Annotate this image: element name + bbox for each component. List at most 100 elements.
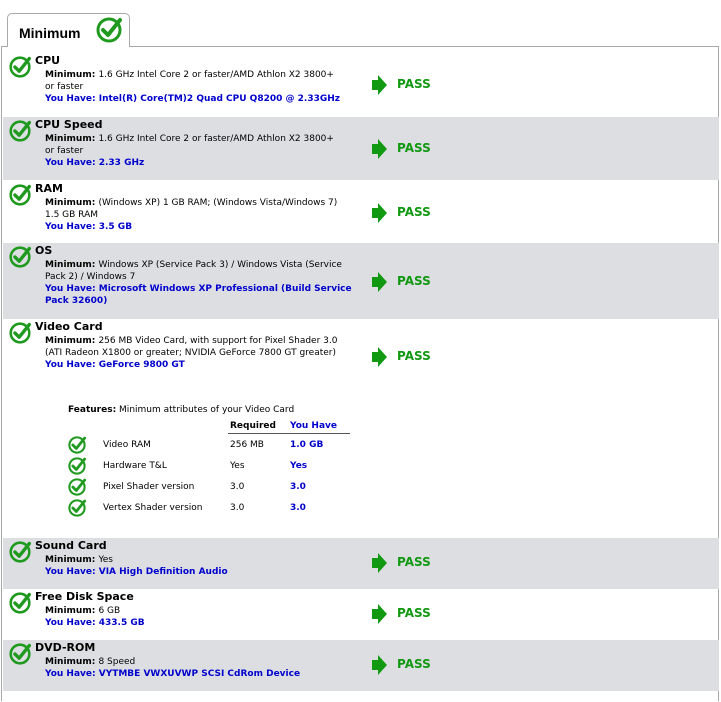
you-have-label: You Have: bbox=[45, 567, 99, 577]
requirement-title: Free Disk Space bbox=[35, 590, 134, 603]
check-icon bbox=[9, 643, 31, 669]
minimum-value: Yes bbox=[98, 555, 113, 565]
you-have-value: VIA High Definition Audio bbox=[98, 567, 228, 577]
pass-label: PASS bbox=[397, 77, 431, 91]
pass-indicator: PASS bbox=[370, 654, 431, 680]
feature-row: Pixel Shader version 3.0 3.0 bbox=[68, 478, 350, 498]
pass-label: PASS bbox=[397, 349, 431, 363]
requirement-title: OS bbox=[35, 244, 53, 257]
requirement-you-have: You Have: GeForce 9800 GT bbox=[45, 359, 365, 371]
requirement-you-have: You Have: VIA High Definition Audio bbox=[45, 566, 365, 578]
minimum-label: Minimum: bbox=[45, 657, 99, 667]
requirement-minimum: Minimum: Yes bbox=[45, 554, 345, 566]
you-have-value: VYTMBE VWXUVWP SCSI CdRom Device bbox=[98, 669, 301, 679]
feature-row: Hardware T&L Yes Yes bbox=[68, 457, 350, 477]
check-icon bbox=[68, 478, 86, 500]
pass-indicator: PASS bbox=[370, 74, 431, 100]
feature-name: Vertex Shader version bbox=[103, 503, 203, 513]
check-icon bbox=[9, 56, 31, 82]
check-icon bbox=[9, 541, 31, 567]
check-icon bbox=[68, 436, 86, 458]
pass-label: PASS bbox=[397, 606, 431, 620]
requirement-you-have: You Have: 3.5 GB bbox=[45, 221, 365, 233]
requirement-you-have: You Have: Intel(R) Core(TM)2 Quad CPU Q8… bbox=[45, 93, 365, 105]
requirement-minimum: Minimum: (Windows XP) 1 GB RAM; (Windows… bbox=[45, 197, 345, 221]
minimum-label: Minimum: bbox=[45, 198, 99, 208]
requirement-title: CPU Speed bbox=[35, 118, 103, 131]
feature-required: 3.0 bbox=[230, 482, 245, 492]
check-icon bbox=[9, 120, 31, 146]
requirement-title: DVD-ROM bbox=[35, 641, 96, 654]
requirement-you-have: You Have: VYTMBE VWXUVWP SCSI CdRom Devi… bbox=[45, 668, 365, 680]
check-icon bbox=[9, 246, 31, 272]
check-icon bbox=[9, 322, 31, 348]
feature-you-have: 3.0 bbox=[290, 503, 306, 513]
requirement-title: Sound Card bbox=[35, 539, 107, 552]
arrow-right-icon bbox=[370, 203, 388, 228]
pass-indicator: PASS bbox=[370, 138, 431, 164]
requirement-minimum: Minimum: 8 Speed bbox=[45, 656, 345, 668]
feature-you-have: 1.0 GB bbox=[290, 440, 324, 450]
pass-label: PASS bbox=[397, 274, 431, 288]
you-have-label: You Have: bbox=[45, 669, 99, 679]
arrow-right-icon bbox=[370, 553, 388, 578]
pass-label: PASS bbox=[397, 205, 431, 219]
minimum-label: Minimum: bbox=[45, 70, 99, 80]
features-heading: Features: Minimum attributes of your Vid… bbox=[68, 405, 294, 415]
requirement-minimum: Minimum: 6 GB bbox=[45, 605, 345, 617]
col-you-have: You Have bbox=[290, 421, 337, 431]
requirement-row: CPU Minimum: 1.6 GHz Intel Core 2 or fast… bbox=[3, 53, 719, 116]
check-icon bbox=[96, 17, 122, 47]
you-have-value: GeForce 9800 GT bbox=[98, 360, 185, 370]
feature-row: Video RAM 256 MB 1.0 GB bbox=[68, 436, 350, 456]
pass-indicator: PASS bbox=[370, 603, 431, 629]
pass-label: PASS bbox=[397, 657, 431, 671]
requirement-title: Video Card bbox=[35, 320, 103, 333]
arrow-right-icon bbox=[370, 139, 388, 164]
requirement-minimum: Minimum: 1.6 GHz Intel Core 2 or faster/… bbox=[45, 69, 345, 93]
requirement-row: RAM Minimum: (Windows XP) 1 GB RAM; (Wind… bbox=[3, 181, 719, 243]
you-have-value: 433.5 GB bbox=[98, 618, 145, 628]
requirement-you-have: You Have: Microsoft Windows XP Professio… bbox=[45, 283, 365, 307]
features-label: Features: bbox=[68, 405, 117, 415]
you-have-label: You Have: bbox=[45, 284, 99, 294]
feature-you-have: Yes bbox=[290, 461, 308, 471]
minimum-label: Minimum: bbox=[45, 555, 99, 565]
requirement-row: CPU Speed Minimum: 1.6 GHz Intel Core 2 o… bbox=[3, 117, 719, 180]
check-icon bbox=[9, 184, 31, 210]
pass-indicator: PASS bbox=[370, 552, 431, 578]
requirement-minimum: Minimum: Windows XP (Service Pack 3) / W… bbox=[45, 259, 345, 283]
requirement-row: Sound Card Minimum: Yes You Have: VIA High… bbox=[3, 538, 719, 589]
arrow-right-icon bbox=[370, 272, 388, 297]
requirement-you-have: You Have: 433.5 GB bbox=[45, 617, 365, 629]
feature-required: 256 MB bbox=[230, 440, 264, 450]
tab-minimum[interactable]: Minimum bbox=[7, 13, 130, 47]
pass-label: PASS bbox=[397, 555, 431, 569]
requirement-row: DVD-ROM Minimum: 8 Speed You Have: VYTMBE … bbox=[3, 640, 719, 691]
check-icon bbox=[9, 592, 31, 618]
requirement-title: RAM bbox=[35, 182, 63, 195]
feature-required: Yes bbox=[230, 461, 245, 471]
feature-name: Video RAM bbox=[103, 440, 151, 450]
requirement-minimum: Minimum: 256 MB Video Card, with support… bbox=[45, 335, 345, 359]
pass-indicator: PASS bbox=[370, 202, 431, 228]
you-have-label: You Have: bbox=[45, 222, 99, 232]
minimum-value: 6 GB bbox=[98, 606, 121, 616]
feature-name: Pixel Shader version bbox=[103, 482, 195, 492]
pass-label: PASS bbox=[397, 141, 431, 155]
you-have-label: You Have: bbox=[45, 94, 99, 104]
check-icon bbox=[68, 499, 86, 521]
you-have-label: You Have: bbox=[45, 618, 99, 628]
features-description: Minimum attributes of your Video Card bbox=[119, 405, 295, 415]
minimum-label: Minimum: bbox=[45, 336, 99, 346]
requirement-row: Free Disk Space Minimum: 6 GB You Have: 43… bbox=[3, 589, 719, 640]
minimum-label: Minimum: bbox=[45, 260, 99, 270]
check-icon bbox=[68, 457, 86, 479]
minimum-value: 8 Speed bbox=[98, 657, 136, 667]
requirement-you-have: You Have: 2.33 GHz bbox=[45, 157, 365, 169]
tab-label: Minimum bbox=[19, 25, 81, 41]
requirement-minimum: Minimum: 1.6 GHz Intel Core 2 or faster/… bbox=[45, 133, 345, 157]
feature-you-have: 3.0 bbox=[290, 482, 306, 492]
minimum-label: Minimum: bbox=[45, 134, 99, 144]
you-have-value: Intel(R) Core(TM)2 Quad CPU Q8200 @ 2.33… bbox=[98, 94, 340, 104]
